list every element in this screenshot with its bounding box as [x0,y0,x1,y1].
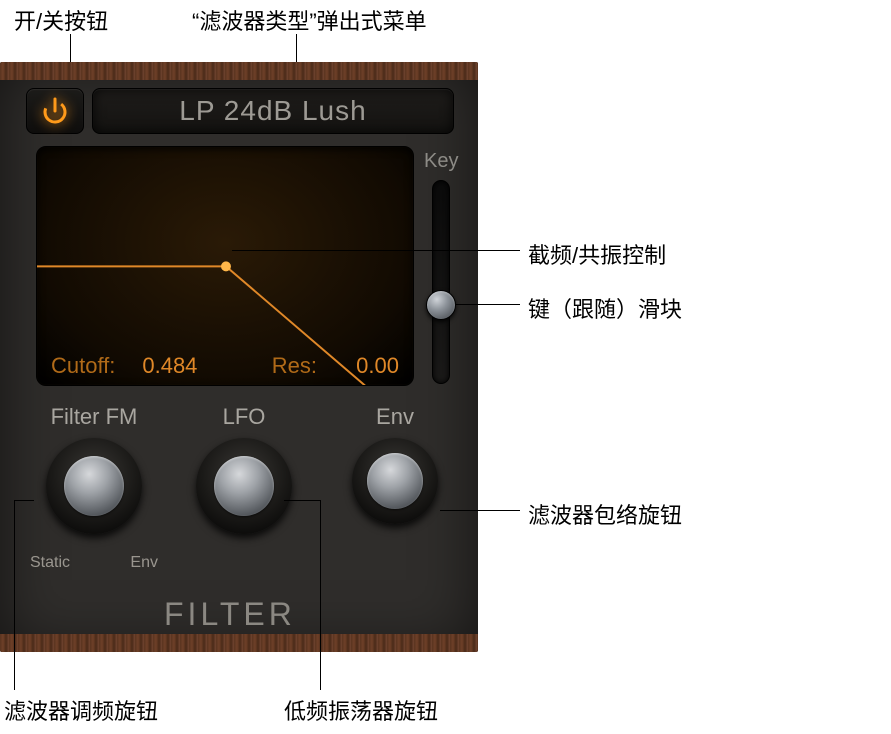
power-icon [40,96,70,126]
env-block: Env [340,404,450,524]
key-slider-thumb[interactable] [426,290,456,320]
callout-fm-label: 滤波器调频旋钮 [4,694,158,726]
env-knob[interactable] [352,438,438,524]
fm-tick-left: Static [30,554,70,572]
cutoff-value: 0.484 [123,353,197,379]
section-title: FILTER [164,596,296,633]
filter-type-value: LP 24dB Lush [179,95,366,127]
callout-filter-type-label: “滤波器类型”弹出式菜单 [192,4,427,36]
callout-line [14,500,15,690]
callout-line [456,304,520,305]
cutoff-curve [37,147,413,386]
res-value: 0.00 [325,353,399,379]
lfo-block: LFO [184,404,304,534]
lfo-knob[interactable] [196,438,292,534]
power-button[interactable] [26,88,84,134]
res-label: Res: [272,353,317,379]
callout-env-label: 滤波器包络旋钮 [528,498,682,530]
filter-fm-knob[interactable] [46,438,142,534]
key-label: Key [424,150,458,173]
callout-line [320,500,321,690]
callout-line [232,250,520,251]
callout-line [440,510,520,511]
lfo-label: LFO [184,404,304,430]
key-slider-track[interactable] [432,180,450,384]
callout-power-label: 开/关按钮 [14,4,108,36]
filter-display[interactable]: Cutoff: 0.484 Res: 0.00 [36,146,414,386]
callout-line [284,500,320,501]
callout-line [14,500,34,501]
filter-readout: Cutoff: 0.484 Res: 0.00 [37,353,413,379]
env-label: Env [340,404,450,430]
callout-key-label: 键（跟随）滑块 [528,292,682,324]
callout-cutoff-label: 截频/共振控制 [528,238,666,270]
filter-type-popup[interactable]: LP 24dB Lush [92,88,454,134]
wood-trim-bottom [0,634,478,652]
filter-panel: LP 24dB Lush Cutoff: 0.484 Res: 0.00 Key… [0,62,478,652]
cutoff-label: Cutoff: [51,353,115,379]
filter-fm-label: Filter FM [28,404,160,430]
filter-fm-block: Filter FM Static Env [28,404,160,534]
fm-tick-right: Env [130,554,158,572]
callout-lfo-label: 低频振荡器旋钮 [284,694,438,726]
wood-trim-top [0,62,478,80]
